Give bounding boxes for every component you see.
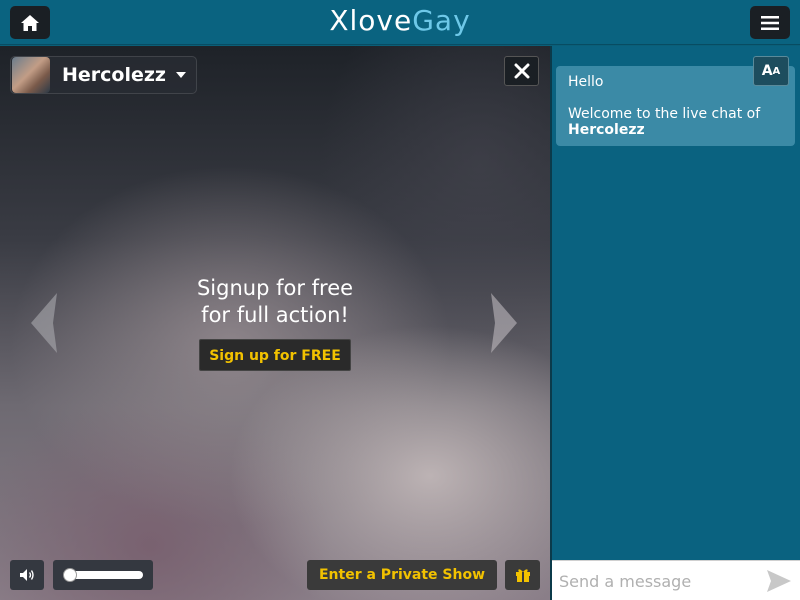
- font-size-icon-small: A: [772, 65, 781, 77]
- chat-panel: AA Hello Welcome to the live chat of Her…: [552, 46, 800, 600]
- mute-button[interactable]: [10, 560, 44, 590]
- send-button[interactable]: [766, 569, 792, 593]
- gift-icon: [515, 569, 530, 582]
- gift-button[interactable]: [505, 560, 540, 590]
- signup-prompt: Signup for free for full action! Sign up…: [175, 275, 375, 371]
- send-icon: [767, 570, 791, 592]
- hamburger-menu-icon: [761, 15, 779, 30]
- performer-name: Hercolezz: [62, 64, 166, 86]
- logo-main-text: Xlove: [329, 4, 413, 37]
- chevron-left-icon: [31, 293, 57, 353]
- close-icon: [514, 63, 529, 79]
- font-size-button[interactable]: AA: [753, 56, 789, 86]
- site-header: XloveGay: [0, 0, 800, 45]
- performer-avatar: [12, 57, 50, 93]
- chevron-down-icon: [176, 72, 186, 78]
- site-logo[interactable]: XloveGay: [0, 4, 800, 37]
- volume-slider[interactable]: [53, 560, 153, 590]
- chat-welcome-text: Welcome to the live chat of: [568, 106, 761, 122]
- volume-icon: [20, 569, 34, 581]
- font-size-icon-large: A: [761, 63, 773, 79]
- chevron-right-icon: [491, 293, 517, 353]
- signup-text-line2: for full action!: [201, 303, 349, 327]
- signup-button[interactable]: Sign up for FREE: [199, 339, 351, 371]
- next-performer-button[interactable]: [487, 291, 521, 355]
- video-player[interactable]: Hercolezz Signup for free for full actio…: [0, 46, 550, 600]
- volume-knob[interactable]: [63, 568, 77, 582]
- chat-greeting: Hello: [568, 74, 604, 90]
- performer-dropdown[interactable]: Hercolezz: [10, 56, 197, 94]
- previous-performer-button[interactable]: [27, 291, 61, 355]
- chat-input-bar: [552, 560, 800, 600]
- signup-text-line1: Signup for free: [196, 276, 354, 300]
- close-button[interactable]: [504, 56, 539, 86]
- chat-performer-name: Hercolezz: [568, 122, 645, 138]
- logo-accent-text: Gay: [412, 4, 471, 37]
- private-show-button[interactable]: Enter a Private Show: [307, 560, 497, 590]
- chat-message-input[interactable]: [552, 561, 762, 600]
- menu-button[interactable]: [750, 6, 790, 39]
